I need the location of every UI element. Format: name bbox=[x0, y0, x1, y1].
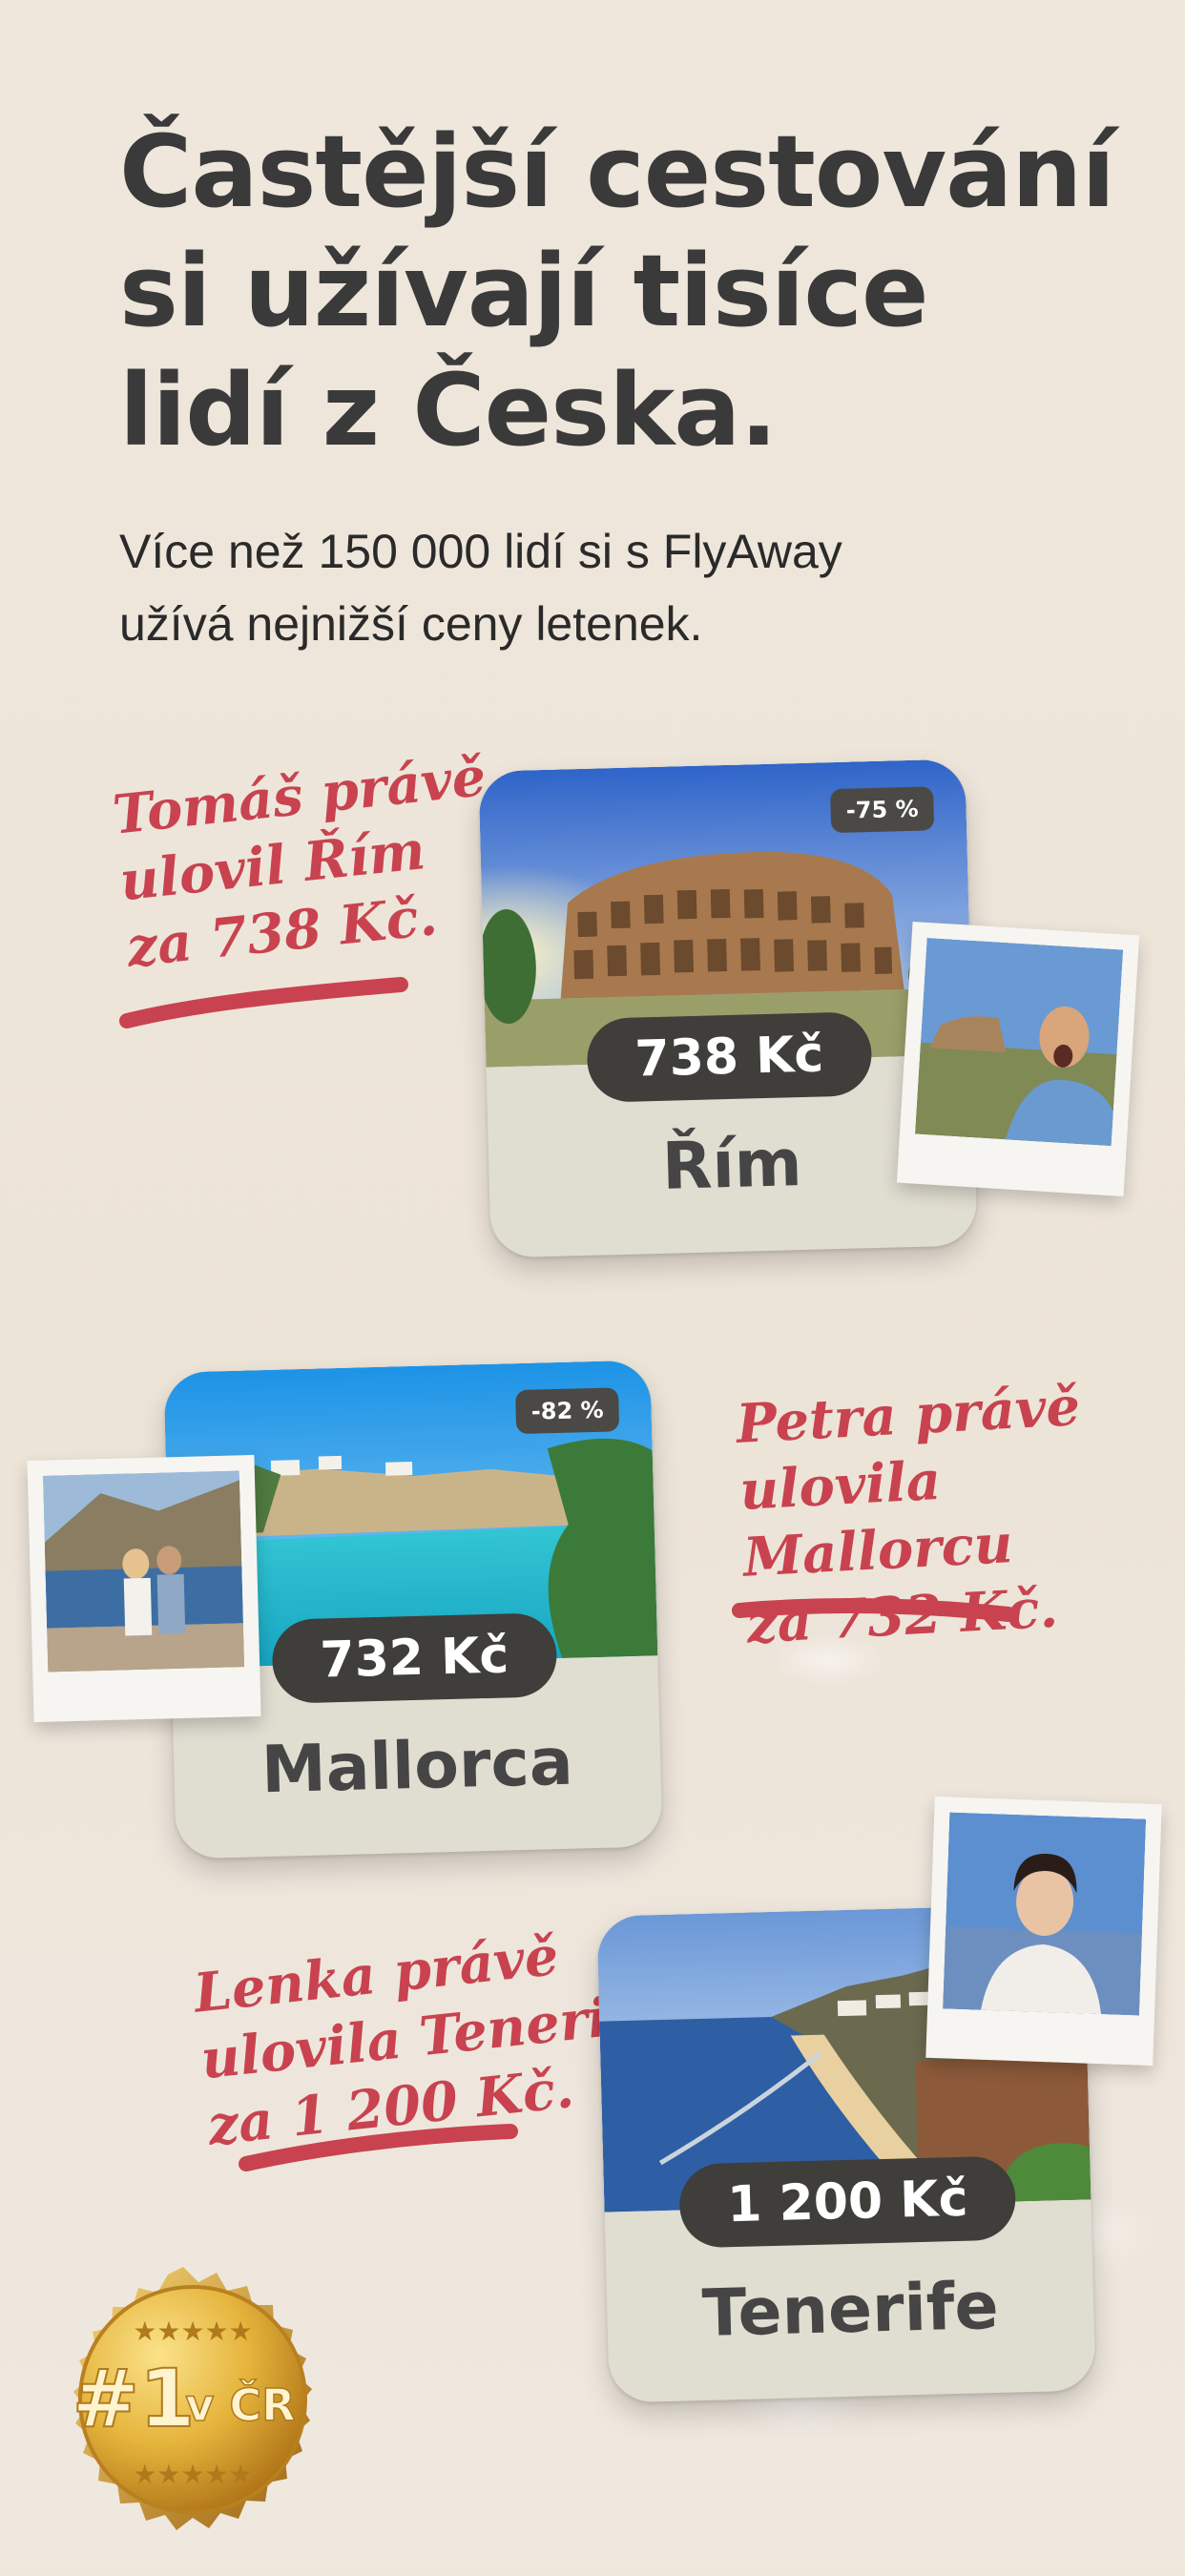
traveler-polaroid-rome bbox=[896, 921, 1140, 1197]
discount-badge: -82 % bbox=[515, 1387, 620, 1435]
traveler-photo bbox=[943, 1812, 1147, 2016]
medal-stars-top: ★★★★★ bbox=[133, 2316, 253, 2347]
subtitle-line: Více než 150 000 lidí si s FlyAway bbox=[119, 525, 842, 578]
price-pill: 1 200 Kč bbox=[678, 2155, 1017, 2249]
page-title-line: lidí z Česka. bbox=[119, 352, 778, 468]
traveler-polaroid-tenerife bbox=[925, 1796, 1162, 2067]
page-title: Častější cestování si užívají tisíce lid… bbox=[119, 113, 1121, 470]
underline-stroke bbox=[119, 977, 408, 1028]
city-name: Tenerife bbox=[701, 2268, 1000, 2352]
medal-stars-bottom: ★★★★★ bbox=[133, 2459, 253, 2490]
traveler-polaroid-mallorca bbox=[27, 1454, 261, 1723]
price-pill: 738 Kč bbox=[586, 1011, 873, 1103]
discount-badge: -75 % bbox=[830, 786, 935, 834]
city-name: Mallorca bbox=[260, 1724, 574, 1809]
deal-card-rome[interactable]: -75 % 738 Kč Řím bbox=[478, 758, 978, 1258]
medal-suffix: v ČR bbox=[185, 2379, 295, 2431]
price-pill: 732 Kč bbox=[271, 1612, 558, 1704]
deal-caption-rome: Tomáš právě ulovil Řím za 738 Kč. bbox=[110, 743, 503, 982]
medal-rank: #1 bbox=[73, 2352, 196, 2445]
rank-medal-badge: ★★★★★ #1 v ČR ★★★★★ bbox=[72, 2267, 312, 2530]
subtitle-line: užívá nejnižší ceny letenek. bbox=[119, 597, 703, 651]
underline-stroke bbox=[732, 1598, 1016, 1622]
traveler-photo bbox=[915, 937, 1124, 1147]
page-title-line: si užívají tisíce bbox=[119, 233, 929, 349]
deal-caption-line: ulovila Mallorcu bbox=[738, 1448, 1014, 1589]
page-title-line: Častější cestování bbox=[119, 114, 1115, 230]
traveler-photo bbox=[42, 1470, 245, 1672]
page-subtitle: Více než 150 000 lidí si s FlyAway užívá… bbox=[119, 515, 978, 660]
underline-stroke bbox=[239, 2124, 518, 2171]
